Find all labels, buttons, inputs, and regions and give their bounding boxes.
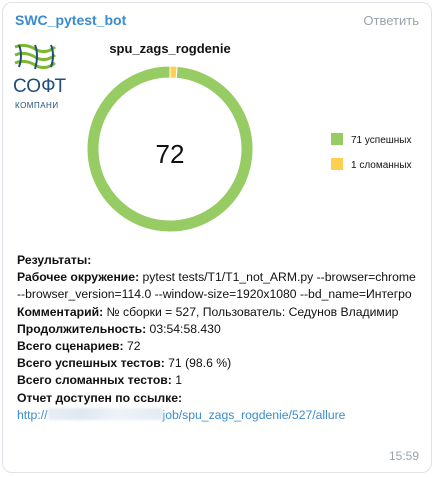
passed-value: 71 (98.6 %) [164,356,232,371]
broken-value: 1 [171,373,183,388]
message-bubble: SWC_pytest_bot Ответить СОФТ КОМПАНИ spu… [2,2,432,473]
results-heading: Результаты: [17,253,92,267]
sender-name[interactable]: SWC_pytest_bot [15,12,126,28]
broken-label: Всего сломанных тестов: [17,373,172,388]
company-logo: СОФТ КОМПАНИ [13,43,66,110]
scenarios-label: Всего сценариев: [17,339,124,354]
legend-swatch-passed [331,133,343,145]
legend-label-broken: 1 сломанных [351,160,412,171]
chart-title: spu_zags_rogdenie [109,41,230,56]
duration-value: 03:54:58.430 [146,321,221,336]
comment-value: № сборки = 527, Пользователь: Седунов Вл… [103,304,399,319]
redacted-host [47,407,163,420]
legend-label-passed: 71 успешных [351,135,412,146]
message-text: Результаты: Рабочее окружение: pytest te… [17,252,417,424]
comment-label: Комментарий: [17,304,104,319]
env-label: Рабочее окружение: [17,270,140,285]
message-time: 15:59 [388,449,419,463]
report-link[interactable]: http://job/spu_zags_rogdenie/527/allure [17,407,345,422]
pie-chart: СОФТ КОМПАНИ spu_zags_rogdenie 72 71 усп… [13,41,412,233]
report-label: Отчет доступен по ссылке: [17,390,183,405]
logo-text-sub: КОМПАНИ [15,101,59,110]
legend-swatch-broken [331,158,343,170]
report-image[interactable]: СОФТ КОМПАНИ spu_zags_rogdenie 72 71 усп… [11,37,425,237]
scenarios-value: 72 [123,339,141,354]
legend: 71 успешных 1 сломанных [331,133,412,171]
duration-label: Продолжительность: [17,321,147,336]
reply-button[interactable]: Ответить [363,13,419,28]
passed-label: Всего успешных тестов: [17,356,165,371]
logo-text-main: СОФТ [13,76,66,97]
chart-center-label: 72 [156,139,185,169]
